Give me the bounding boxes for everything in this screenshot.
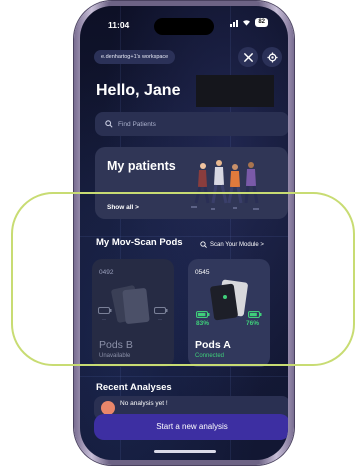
start-analysis-button[interactable]: Start a new analysis: [94, 414, 288, 440]
search-icon: [105, 120, 113, 128]
redacted-block: [196, 75, 274, 107]
my-patients-title: My patients: [107, 159, 176, 173]
status-icons: 82: [230, 18, 268, 27]
expand-icon: [243, 52, 253, 62]
wifi-icon: [243, 20, 251, 26]
workspace-selector[interactable]: e.denhartog+1's workspace: [94, 50, 176, 64]
status-time: 11:04: [108, 20, 130, 30]
dynamic-island: [154, 18, 214, 35]
scan-settings-button[interactable]: [238, 47, 258, 67]
gear-icon: [266, 51, 278, 63]
search-input[interactable]: [118, 120, 278, 128]
avatar: [101, 401, 115, 415]
highlight-outline: [11, 192, 355, 366]
background-line: [80, 376, 288, 377]
recent-analyses-title: Recent Analyses: [96, 382, 172, 393]
greeting-title: Hello, Jane: [96, 82, 181, 99]
settings-button[interactable]: [262, 47, 282, 67]
battery-icon: 82: [255, 18, 268, 27]
signal-icon: [230, 19, 239, 27]
search-bar[interactable]: [95, 112, 288, 136]
home-indicator: [154, 450, 216, 453]
empty-state-text: No analysis yet !: [120, 400, 168, 407]
